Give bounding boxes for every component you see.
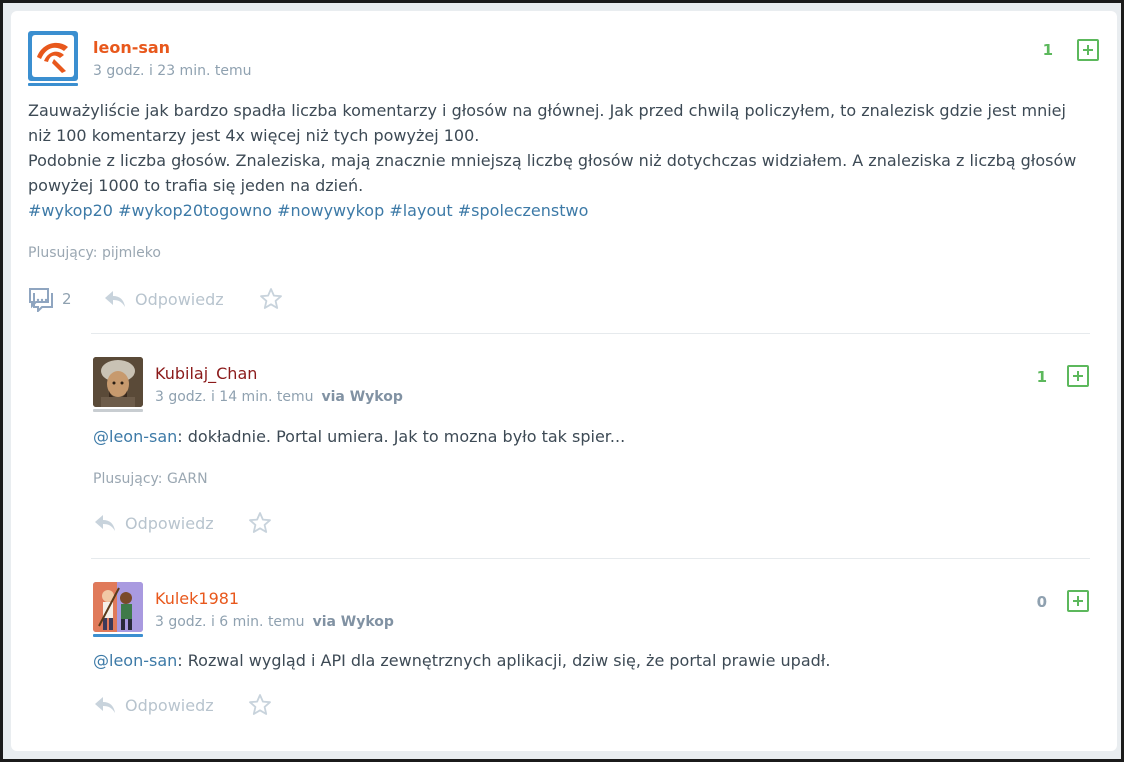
comment-text: : dokładnie. Portal umiera. Jak to mozna… — [177, 427, 626, 446]
reply-label: Odpowiedz — [135, 289, 224, 309]
plusing-users[interactable]: Plusujący: pijmleko — [28, 244, 161, 262]
favorite-button[interactable] — [248, 509, 272, 537]
tag-link[interactable]: #wykop20 — [28, 201, 113, 220]
avatar-gender-bar — [28, 83, 78, 86]
upvote-button[interactable] — [1077, 39, 1099, 61]
author-username[interactable]: Kubilaj_Chan — [155, 364, 257, 384]
comment-meta: 3 godz. i 6 min. temu via Wykop — [155, 613, 394, 631]
cartoon-characters-icon — [93, 582, 143, 632]
reply-label: Odpowiedz — [125, 695, 214, 715]
tag-link[interactable]: #spoleczenstwo — [458, 201, 589, 220]
reply-icon — [105, 291, 125, 307]
entry-body: Zauważyliście jak bardzo spadła liczba k… — [28, 98, 1076, 223]
tag-link[interactable]: #wykop20togowno — [118, 201, 272, 220]
reply-button[interactable]: Odpowiedz — [103, 285, 224, 313]
comment-timestamp[interactable]: 3 godz. i 6 min. temu — [155, 614, 305, 630]
entry-body-line: Zauważyliście jak bardzo spadła liczba k… — [28, 101, 1066, 120]
reply-icon — [95, 697, 115, 713]
comments-count: 2 — [62, 290, 72, 308]
entry-score: 1 — [1042, 41, 1053, 59]
entry-tags: #wykop20 #wykop20togowno #nowywykop #lay… — [28, 198, 1076, 223]
comment-separator — [91, 333, 1090, 334]
comment-timestamp[interactable]: 3 godz. i 14 min. temu — [155, 389, 313, 405]
author-username[interactable]: leon-san — [93, 38, 170, 58]
star-icon — [249, 512, 271, 533]
comment-score: 0 — [1036, 593, 1047, 611]
comment-body: @leon-san: Rozwal wygląd i API dla zewnę… — [93, 648, 830, 673]
plusing-users[interactable]: Plusujący: GARN — [93, 470, 208, 488]
upvote-button[interactable] — [1067, 590, 1089, 612]
reply-button[interactable]: Odpowiedz — [93, 509, 214, 537]
warrior-portrait-icon — [93, 357, 143, 407]
comment-score: 1 — [1036, 368, 1047, 386]
star-icon — [249, 694, 271, 715]
tag-link[interactable]: #layout — [389, 201, 452, 220]
star-icon — [260, 288, 282, 309]
upvote-button[interactable] — [1067, 365, 1089, 387]
comments-toggle[interactable]: 2 — [28, 285, 72, 313]
via-source[interactable]: via Wykop — [321, 389, 402, 405]
user-mention-link[interactable]: @leon-san — [93, 427, 177, 446]
avatar-gender-bar — [93, 634, 143, 637]
reply-label: Odpowiedz — [125, 513, 214, 533]
via-source[interactable]: via Wykop — [313, 614, 394, 630]
reply-icon — [95, 515, 115, 531]
comments-icon — [29, 288, 53, 312]
user-avatar[interactable] — [28, 31, 78, 81]
user-mention-link[interactable]: @leon-san — [93, 651, 177, 670]
user-avatar[interactable] — [93, 357, 143, 407]
user-avatar[interactable] — [93, 582, 143, 632]
window-frame: leon-san 3 godz. i 23 min. temu 1 Zauważ… — [3, 3, 1121, 759]
favorite-button[interactable] — [259, 285, 283, 313]
entry-timestamp[interactable]: 3 godz. i 23 min. temu — [93, 62, 251, 80]
entry-card: leon-san 3 godz. i 23 min. temu 1 Zauważ… — [11, 11, 1117, 751]
entry-body-line: powyżej 1000 to trafia się jeden na dzie… — [28, 176, 364, 195]
comment-separator — [91, 558, 1090, 559]
tag-link[interactable]: #nowywykop — [277, 201, 384, 220]
author-username[interactable]: Kulek1981 — [155, 589, 239, 609]
entry-body-line: niż 100 komentarzy jest 4x więcej niż ty… — [28, 126, 480, 145]
comment-meta: 3 godz. i 14 min. temu via Wykop — [155, 388, 403, 406]
favorite-button[interactable] — [248, 691, 272, 719]
comment-body: @leon-san: dokładnie. Portal umiera. Jak… — [93, 424, 625, 449]
entry-body-line: Podobnie z liczba głosów. Znaleziska, ma… — [28, 151, 1077, 170]
avatar-gender-bar — [93, 409, 143, 412]
comment-text: : Rozwal wygląd i API dla zewnętrznych a… — [177, 651, 831, 670]
reply-button[interactable]: Odpowiedz — [93, 691, 214, 719]
orlen-logo-icon — [32, 35, 74, 77]
